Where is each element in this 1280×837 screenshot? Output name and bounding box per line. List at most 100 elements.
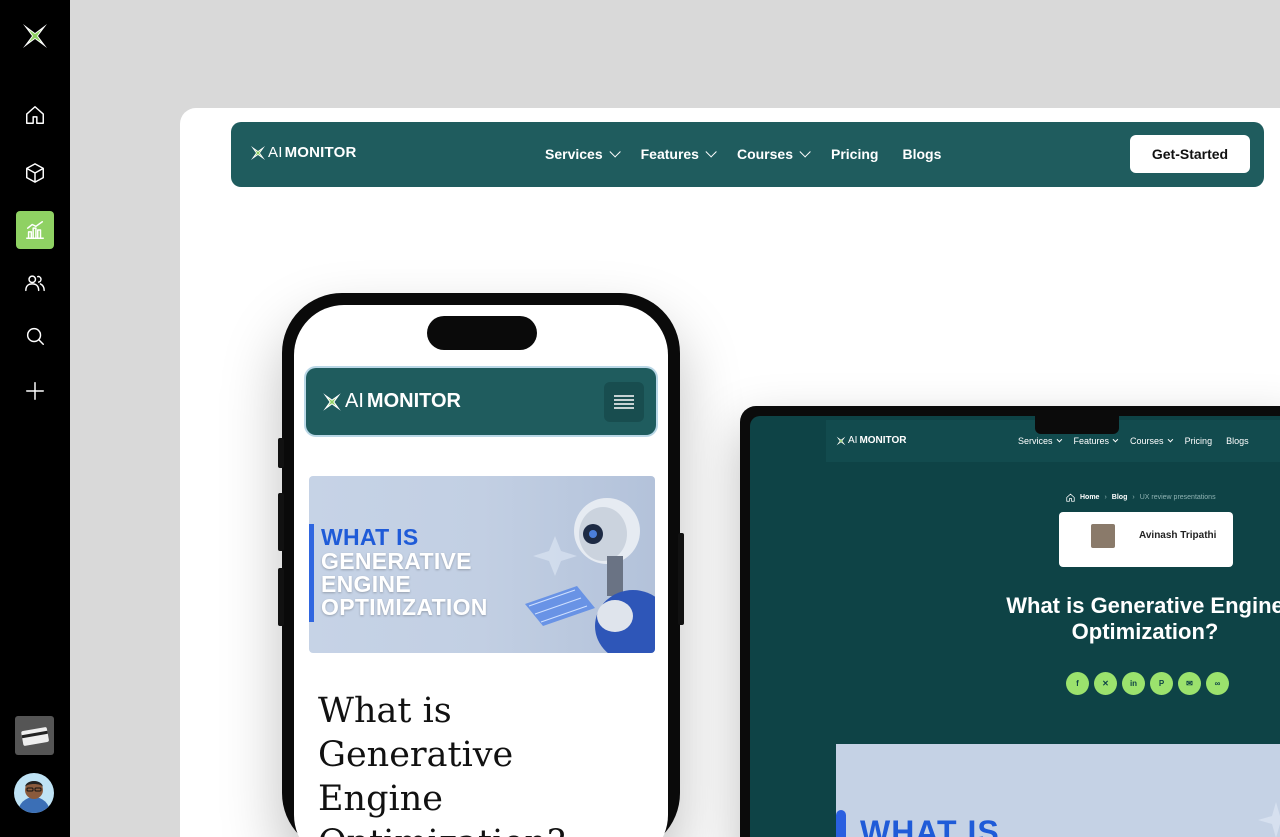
site-logo[interactable]: AI MONITOR [250,144,357,161]
breadcrumb-blog[interactable]: Blog [1112,494,1128,501]
phone-side-button [278,438,284,468]
breadcrumb-home[interactable]: Home [1080,494,1099,501]
app-sidebar [0,0,70,837]
hamburger-menu-button[interactable] [604,382,644,422]
author-photo [1091,524,1115,548]
laptop-nav-features[interactable]: Features [1073,436,1119,446]
chart-icon [26,221,44,239]
logo-ai-text: AI [848,435,858,446]
chevron-down-icon [1167,436,1173,443]
laptop-menu: Services Features Courses Pricing Blogs [1018,436,1249,446]
logo-name-text: MONITOR [366,390,461,412]
billing-card-button[interactable] [15,716,54,755]
nav-blogs[interactable]: Blogs [902,146,941,162]
user-avatar[interactable] [14,773,54,813]
laptop-nav-courses[interactable]: Courses [1130,436,1173,446]
dynamic-island [427,316,537,350]
laptop-nav-pricing[interactable]: Pricing [1185,436,1213,446]
logo-name-text: MONITOR [284,144,357,161]
laptop-hero-image: WHAT IS [836,744,1280,837]
share-facebook-button[interactable]: f [1066,672,1089,695]
share-link-button[interactable]: ∞ [1206,672,1229,695]
get-started-button[interactable]: Get-Started [1130,135,1250,173]
site-menu: Services Features Courses Pricing Blogs [545,146,941,162]
logo-name-text: MONITOR [859,435,907,446]
linkedin-icon: in [1129,679,1138,688]
breadcrumb: Home › Blog › UX review presentations [1066,493,1216,502]
phone-screen: AI MONITOR WHAT IS GENERATIVE ENGINE OPT… [294,305,668,837]
share-pinterest-button[interactable]: P [1150,672,1173,695]
hero-line-optimization: OPTIMIZATION [321,594,488,620]
search-icon [26,327,44,345]
laptop-nav-services[interactable]: Services [1018,436,1062,446]
article-title: What is Generative Engine Optimization? [318,691,566,837]
chevron-down-icon [1056,436,1062,443]
chevron-down-icon [1112,436,1119,443]
nav-pricing-label: Pricing [831,146,879,162]
home-icon [1066,493,1075,502]
sidebar-products-button[interactable] [16,154,54,192]
plus-icon [26,382,44,400]
hero-accent-bar [836,810,846,837]
sidebar-analytics-button[interactable] [16,211,54,249]
hamburger-icon [614,395,634,409]
nav-services[interactable]: Services [545,146,621,162]
author-name: Avinash Tripathi [1139,530,1217,541]
robot-illustration [525,498,655,653]
logo-icon [251,145,265,160]
nav-courses[interactable]: Courses [736,146,811,162]
logo-icon [836,436,846,445]
sidebar-search-button[interactable] [16,317,54,355]
facebook-icon: f [1076,679,1079,688]
pinterest-icon: P [1158,679,1165,688]
hero-line-2: GENERATIVE ENGINE OPTIMIZATION [321,550,488,619]
article-hero-image: WHAT IS GENERATIVE ENGINE OPTIMIZATION [309,476,655,653]
laptop-logo[interactable]: AI MONITOR [836,435,907,446]
share-buttons: f ✕ in P ✉ ∞ [1066,672,1229,695]
home-icon [26,106,44,124]
phone-mockup: AI MONITOR WHAT IS GENERATIVE ENGINE OPT… [278,293,684,837]
nav-features-label: Features [640,146,699,162]
chevron-down-icon [799,146,811,158]
laptop-mockup: AI MONITOR Services Features Courses Pri… [740,406,1280,837]
hero-accent-bar [309,524,314,622]
laptop-nav-blogs[interactable]: Blogs [1226,436,1249,446]
laptop-nav-blogs-label: Blogs [1226,436,1249,446]
share-linkedin-button[interactable]: in [1122,672,1145,695]
chevron-down-icon [705,146,717,158]
sidebar-home-button[interactable] [16,96,54,134]
phone-side-button [678,533,684,625]
hero-line-1: WHAT IS [321,524,419,550]
logo-icon [323,392,341,411]
sidebar-add-button[interactable] [16,372,54,410]
laptop-hero-text: WHAT IS [860,814,1000,837]
laptop-notch [1035,416,1119,434]
laptop-nav-features-label: Features [1073,436,1110,446]
hero-line-generative: GENERATIVE [321,548,472,574]
nav-services-label: Services [545,146,603,162]
nav-pricing[interactable]: Pricing [831,146,878,162]
nav-courses-label: Courses [736,146,793,162]
app-logo[interactable] [19,20,51,52]
nav-blogs-label: Blogs [902,146,942,162]
users-icon [25,275,45,292]
sidebar-users-button[interactable] [16,264,54,302]
artboard: AI MONITOR Services Features Courses Pri… [180,108,1280,837]
breadcrumb-separator: › [1132,494,1135,501]
logo-ai-text: AI [268,144,283,161]
laptop-nav-courses-label: Courses [1130,436,1164,446]
mobile-logo[interactable]: AI MONITOR [322,390,461,413]
share-x-button[interactable]: ✕ [1094,672,1117,695]
laptop-nav-pricing-label: Pricing [1184,436,1213,446]
link-icon: ∞ [1214,679,1221,688]
laptop-title-line-1: What is Generative Engine [1006,593,1280,618]
laptop-screen: AI MONITOR Services Features Courses Pri… [750,416,1280,837]
design-canvas: AI MONITOR Services Features Courses Pri… [70,0,1280,837]
email-icon: ✉ [1186,679,1193,688]
nav-features[interactable]: Features [640,146,717,162]
hero-line-engine: ENGINE [321,571,411,597]
share-email-button[interactable]: ✉ [1178,672,1201,695]
logo-ai-text: AI [345,390,364,412]
laptop-article-title: What is Generative Engine Optimization? [980,593,1280,645]
credit-card-icon [20,726,49,746]
